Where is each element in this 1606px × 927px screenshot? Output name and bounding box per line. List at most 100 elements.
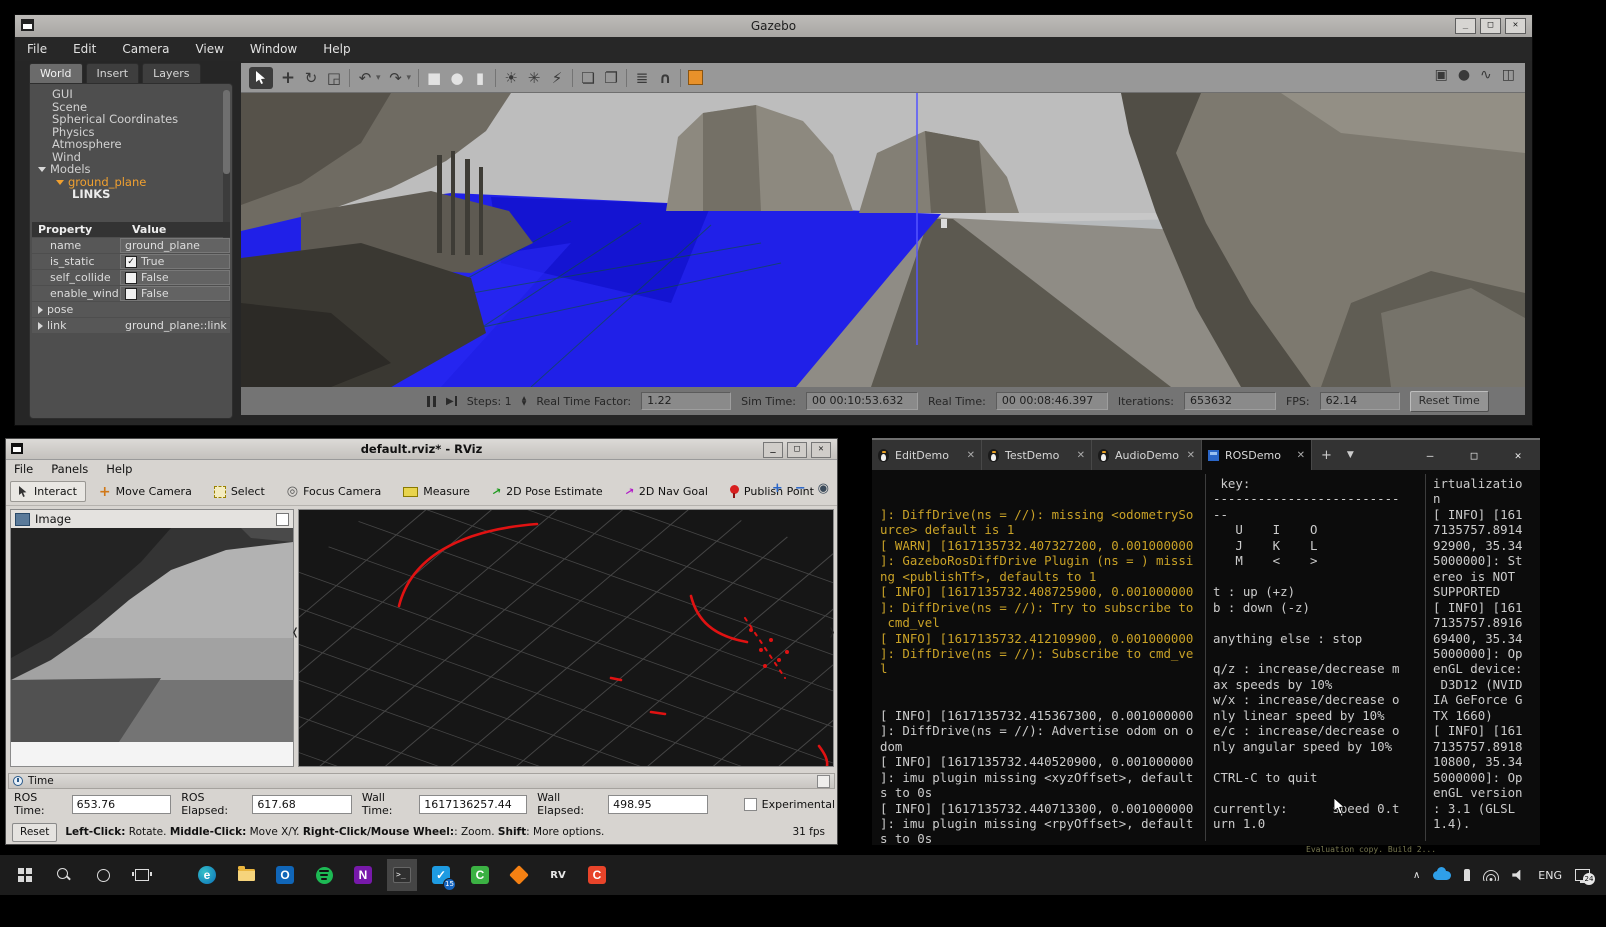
search-button[interactable] bbox=[49, 859, 79, 891]
table-row[interactable]: name ground_plane bbox=[32, 238, 230, 253]
redo-button[interactable]: ↷ bbox=[388, 67, 404, 89]
gazebo-3d-scene[interactable] bbox=[241, 93, 1525, 387]
copy-icon[interactable]: ❏ bbox=[580, 67, 596, 89]
paste-icon[interactable]: ❐ bbox=[603, 67, 619, 89]
app-c-red-button[interactable]: C bbox=[582, 859, 612, 891]
wifi-icon[interactable] bbox=[1483, 870, 1499, 881]
onedrive-icon[interactable] bbox=[1433, 871, 1451, 880]
undo-dropdown-icon[interactable]: ▾ bbox=[376, 73, 381, 83]
point-light-icon[interactable]: ☀ bbox=[503, 67, 519, 89]
app-c-green-button[interactable]: C bbox=[465, 859, 495, 891]
reset-time-button[interactable]: Reset Time bbox=[1410, 391, 1489, 412]
pause-button[interactable] bbox=[427, 396, 436, 407]
maximize-button[interactable]: □ bbox=[1452, 440, 1496, 470]
close-button[interactable]: ✕ bbox=[811, 442, 831, 458]
menu-file[interactable]: File bbox=[27, 42, 47, 56]
edge-button[interactable]: e bbox=[192, 859, 222, 891]
notification-icon[interactable]: 24 bbox=[1575, 869, 1590, 881]
gazebo-button[interactable] bbox=[504, 859, 534, 891]
task-view-button[interactable] bbox=[127, 859, 157, 891]
tree-item-spherical-coordinates[interactable]: Spherical Coordinates bbox=[30, 113, 220, 126]
new-tab-button[interactable]: + bbox=[1312, 440, 1341, 470]
close-tab-icon[interactable]: ✕ bbox=[1077, 450, 1085, 461]
rviz-titlebar[interactable]: default.rviz* - RViz _ □ ✕ bbox=[6, 439, 837, 460]
menu-help[interactable]: Help bbox=[323, 42, 350, 56]
pose-estimate-tool-button[interactable]: →2D Pose Estimate bbox=[483, 481, 612, 502]
terminal-button[interactable]: >_ bbox=[387, 859, 417, 891]
splitter-right-arrow[interactable]: ❭ bbox=[828, 627, 836, 638]
close-button[interactable]: ✕ bbox=[1505, 18, 1526, 34]
splitter-left-arrow[interactable]: ❬ bbox=[291, 627, 299, 638]
record-video-icon[interactable]: ● bbox=[1458, 67, 1470, 83]
remove-tool-button[interactable]: − bbox=[795, 481, 806, 496]
tree-scrollbar[interactable] bbox=[223, 90, 230, 240]
table-row[interactable]: is_static ✓True bbox=[32, 254, 230, 269]
undo-button[interactable]: ↶ bbox=[357, 67, 373, 89]
language-indicator[interactable]: ENG bbox=[1538, 869, 1562, 882]
rviz-button[interactable]: RV bbox=[543, 859, 573, 891]
tree-item-gui[interactable]: GUI bbox=[30, 88, 220, 101]
menu-panels[interactable]: Panels bbox=[51, 462, 88, 476]
plot-icon[interactable]: ∿ bbox=[1480, 67, 1492, 83]
cortana-button[interactable] bbox=[88, 859, 118, 891]
insert-sphere-icon[interactable]: ● bbox=[449, 67, 465, 89]
tab-layers[interactable]: Layers bbox=[142, 63, 200, 83]
close-tab-icon[interactable]: ✕ bbox=[1297, 450, 1305, 461]
outlook-button[interactable]: O bbox=[270, 859, 300, 891]
screenshot-icon[interactable]: ▣ bbox=[1435, 67, 1448, 83]
rotate-tool-icon[interactable]: ↻ bbox=[303, 67, 319, 89]
nav-goal-tool-button[interactable]: →2D Nav Goal bbox=[616, 481, 717, 502]
time-panel-header[interactable]: Time bbox=[8, 773, 835, 789]
rviz-3d-view[interactable] bbox=[298, 509, 834, 767]
menu-help[interactable]: Help bbox=[106, 462, 132, 476]
add-tool-button[interactable]: + bbox=[772, 481, 783, 496]
tab-testdemo[interactable]: TestDemo ✕ bbox=[982, 440, 1092, 470]
measure-tool-button[interactable]: Measure bbox=[394, 481, 479, 502]
tab-world[interactable]: World bbox=[29, 63, 83, 83]
tab-dropdown-button[interactable]: ▼ bbox=[1341, 440, 1360, 470]
pane-separator[interactable] bbox=[1425, 474, 1426, 841]
tab-editdemo[interactable]: EditDemo ✕ bbox=[872, 440, 982, 470]
snap-tool-icon[interactable]: ∩ bbox=[657, 67, 673, 89]
tree-item-ground-plane[interactable]: ground_plane bbox=[30, 176, 220, 189]
close-tab-icon[interactable]: ✕ bbox=[967, 450, 975, 461]
insert-box-icon[interactable]: ■ bbox=[426, 67, 442, 89]
gazebo-titlebar[interactable]: Gazebo _ □ ✕ bbox=[15, 15, 1532, 37]
tree-item-links[interactable]: LINKS bbox=[30, 188, 220, 201]
ros-elapsed-field[interactable]: 617.68 bbox=[252, 795, 352, 814]
insert-cylinder-icon[interactable]: ▮ bbox=[472, 67, 488, 89]
move-camera-tool-button[interactable]: +Move Camera bbox=[90, 481, 201, 502]
minimize-button[interactable]: _ bbox=[1455, 18, 1476, 34]
spot-light-icon[interactable]: ✳ bbox=[526, 67, 542, 89]
table-row[interactable]: pose bbox=[32, 302, 230, 317]
directional-light-icon[interactable]: ⚡ bbox=[549, 67, 565, 89]
volume-icon[interactable] bbox=[1512, 870, 1525, 881]
checkbox-unchecked[interactable] bbox=[125, 288, 137, 300]
menu-file[interactable]: File bbox=[14, 462, 33, 476]
vscode-button[interactable]: ✓15 bbox=[426, 859, 456, 891]
table-row[interactable]: enable_wind False bbox=[32, 286, 230, 301]
focus-camera-tool-button[interactable]: ◎Focus Camera bbox=[278, 480, 390, 503]
tab-rosdemo[interactable]: ROSDemo ✕ bbox=[1202, 440, 1312, 470]
minimize-button[interactable]: — bbox=[1408, 440, 1452, 470]
tab-audiodemo[interactable]: AudioDemo ✕ bbox=[1092, 440, 1202, 470]
select-tool-button[interactable]: Select bbox=[205, 481, 274, 502]
steps-spinner[interactable]: ▲▼ bbox=[522, 396, 527, 406]
joint-creator-icon[interactable] bbox=[688, 70, 703, 85]
pane-separator[interactable] bbox=[1205, 474, 1206, 841]
tree-item-atmosphere[interactable]: Atmosphere bbox=[30, 138, 220, 151]
redo-dropdown-icon[interactable]: ▾ bbox=[407, 73, 412, 83]
spotify-button[interactable] bbox=[309, 859, 339, 891]
ros-time-field[interactable]: 653.76 bbox=[72, 795, 172, 814]
tray-chevron-icon[interactable]: ∧ bbox=[1413, 870, 1420, 881]
checkbox-checked[interactable]: ✓ bbox=[125, 256, 137, 268]
table-row[interactable]: self_collide False bbox=[32, 270, 230, 285]
step-button[interactable]: ▶ bbox=[446, 396, 457, 407]
image-panel-header[interactable]: Image bbox=[11, 510, 293, 528]
translate-tool-icon[interactable]: + bbox=[280, 67, 296, 89]
scale-tool-icon[interactable]: ◲ bbox=[326, 67, 342, 89]
menu-view[interactable]: View bbox=[195, 42, 223, 56]
menu-camera[interactable]: Camera bbox=[122, 42, 169, 56]
table-row[interactable]: link ground_plane::link bbox=[32, 318, 230, 333]
close-button[interactable]: ✕ bbox=[1496, 440, 1540, 470]
